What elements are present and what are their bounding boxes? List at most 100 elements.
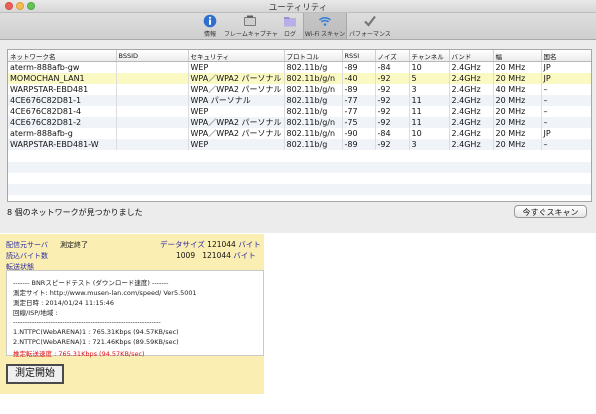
cell-protocol: 802.11b/g (284, 61, 343, 73)
result-line: 2.NTTPC(WebARENA)1 : 721.46Kbps (89.59KB… (13, 338, 179, 346)
cell-band: 2.4GHz (449, 106, 494, 117)
cell-protocol: 802.11b/g (284, 139, 343, 150)
toolbar-frame-capture[interactable]: フレームキャプチャ (224, 13, 278, 39)
cell-bssid (116, 106, 189, 117)
cell-noise: -92 (375, 117, 410, 128)
column-header-security[interactable]: セキュリティ (188, 50, 285, 62)
cell-rssi: -89 (342, 139, 376, 150)
column-header-protocol[interactable]: プロトコル (284, 50, 343, 62)
cell-name: 4CE676C82D81-4 (8, 106, 117, 117)
cell-security: WEP (188, 61, 285, 73)
server-value: 測定終了 (60, 241, 88, 249)
log-icon (284, 17, 296, 27)
cell-name: aterm-888afb-gw (8, 61, 117, 73)
cell-channel: 10 (409, 61, 450, 73)
cell-protocol: 802.11b/g (284, 95, 343, 106)
network-row[interactable]: 4CE676C82D81-2 WPA／WPA2 パーソナル 802.11b/g/n -… (8, 117, 591, 128)
data-size-line: データサイズ 121044 バイト (160, 239, 261, 250)
cell-noise: -84 (375, 128, 410, 139)
performance-icon (364, 15, 376, 27)
cell-channel: 10 (409, 128, 450, 139)
column-header-bssid[interactable]: BSSID (116, 50, 189, 62)
cell-country: JP (541, 128, 591, 139)
cell-width: 20 MHz (493, 61, 542, 73)
utility-window: ユーティリティ 情報 フレームキャプチャ ログ Wi-Fi スキャン パフォーマ… (0, 0, 596, 233)
column-header-band[interactable]: バンド (449, 50, 494, 62)
cell-name: 4CE676C82D81-2 (8, 117, 117, 128)
cell-name: MOMOCHAN_LAN1 (8, 73, 117, 84)
cell-band: 2.4GHz (449, 61, 494, 73)
cell-rssi: -40 (342, 73, 376, 84)
toolbar-info[interactable]: 情報 (197, 13, 223, 39)
network-table[interactable]: ネットワーク名 BSSID セキュリティ プロトコル RSSI ノイズ チャンネ… (7, 49, 592, 202)
cell-bssid (116, 128, 189, 139)
read-unit: バイト (233, 251, 256, 260)
cell-country: – (541, 84, 591, 95)
network-row[interactable]: aterm-888afb-g WPA／WPA2 パーソナル 802.11b/g/n -… (8, 128, 591, 139)
result-line: 測定日時 : 2014/01/24 11:15:46 (13, 299, 115, 307)
cell-country: – (541, 95, 591, 106)
speedtest-result-box: ------- BNRスピードテスト (ダウンロード速度) ------- 測定サ… (6, 270, 264, 358)
cell-country: JP (541, 61, 591, 73)
cell-bssid (116, 73, 189, 84)
column-header-channel[interactable]: チャンネル (409, 50, 450, 62)
toolbar-log[interactable]: ログ (279, 13, 301, 39)
info-icon (203, 14, 217, 28)
start-measurement-button[interactable]: 測定開始 (6, 364, 64, 384)
cell-protocol: 802.11b/g (284, 106, 343, 117)
cell-rssi: -75 (342, 117, 376, 128)
table-header-row: ネットワーク名 BSSID セキュリティ プロトコル RSSI ノイズ チャンネ… (8, 50, 591, 62)
cell-band: 2.4GHz (449, 139, 494, 150)
cell-bssid (116, 84, 189, 95)
network-row[interactable]: WARPSTAR-EBD481 WPA／WPA2 パーソナル 802.11b/g/n… (8, 84, 591, 95)
network-row[interactable]: WARPSTAR-EBD481-W WEP 802.11b/g -89 -92 3 2.4G… (8, 139, 591, 150)
toolbar-info-label: 情報 (203, 31, 216, 38)
toolbar-performance[interactable]: パフォーマンス (348, 13, 392, 39)
result-line: 回線/ISP/地域 : (13, 309, 58, 317)
data-size-value: 121044 (207, 240, 236, 249)
column-header-width[interactable]: 幅 (493, 50, 542, 62)
cell-bssid (116, 61, 189, 73)
window-title: ユーティリティ (268, 3, 328, 13)
cell-width: 40 MHz (493, 84, 542, 95)
title-bar: ユーティリティ (0, 0, 596, 13)
data-size-label: データサイズ (160, 240, 205, 249)
cell-security: WPA／WPA2 パーソナル (188, 84, 285, 95)
network-row[interactable]: 4CE676C82D81-1 WPA パーソナル 802.11b/g -77 -92 11… (8, 95, 591, 106)
cell-rssi: -77 (342, 106, 376, 117)
cell-channel: 11 (409, 106, 450, 117)
result-line: 測定サイト: http://www.musen-lan.com/speed/ V… (13, 289, 197, 297)
network-row[interactable]: aterm-888afb-gw WEP 802.11b/g -89 -84 10 2.4GH… (8, 61, 591, 73)
cell-channel: 11 (409, 117, 450, 128)
column-header-country[interactable]: 国名 (541, 50, 591, 62)
cell-bssid (116, 95, 189, 106)
cell-noise: -92 (375, 95, 410, 106)
cell-width: 20 MHz (493, 128, 542, 139)
cell-security: WPA／WPA2 パーソナル (188, 128, 285, 139)
network-row[interactable]: 4CE676C82D81-4 WEP 802.11b/g -77 -92 11 2.4GHz… (8, 106, 591, 117)
cell-band: 2.4GHz (449, 117, 494, 128)
cell-protocol: 802.11b/g/n (284, 73, 343, 84)
cell-band: 2.4GHz (449, 73, 494, 84)
estimated-speed-line: 推定転送速度 : 765.31Kbps (94.57KB/sec) (13, 350, 145, 358)
server-label: 配信元サーバ (6, 241, 48, 249)
network-row[interactable]: MOMOCHAN_LAN1 WPA／WPA2 パーソナル 802.11b/g/n -4… (8, 73, 591, 84)
cell-noise: -92 (375, 84, 410, 95)
cell-band: 2.4GHz (449, 128, 494, 139)
column-header-noise[interactable]: ノイズ (375, 50, 410, 62)
cell-security: WPA／WPA2 パーソナル (188, 117, 285, 128)
toolbar-wifi-scan-label: Wi-Fi スキャン (304, 31, 346, 38)
cell-width: 20 MHz (493, 139, 542, 150)
column-header-rssi[interactable]: RSSI (342, 50, 376, 62)
cell-name: WARPSTAR-EBD481 (8, 84, 117, 95)
toolbar-wifi-scan[interactable]: Wi-Fi スキャン (303, 13, 347, 39)
cell-country: – (541, 117, 591, 128)
toolbar-frame-capture-label: フレームキャプチャ (224, 31, 278, 38)
cell-rssi: -89 (342, 61, 376, 73)
column-header-network-name[interactable]: ネットワーク名 (8, 50, 117, 62)
cell-band: 2.4GHz (449, 84, 494, 95)
cell-channel: 5 (409, 73, 450, 84)
cell-noise: -92 (375, 106, 410, 117)
cell-country: – (541, 106, 591, 117)
scan-now-button[interactable]: 今すぐスキャン (514, 205, 587, 218)
